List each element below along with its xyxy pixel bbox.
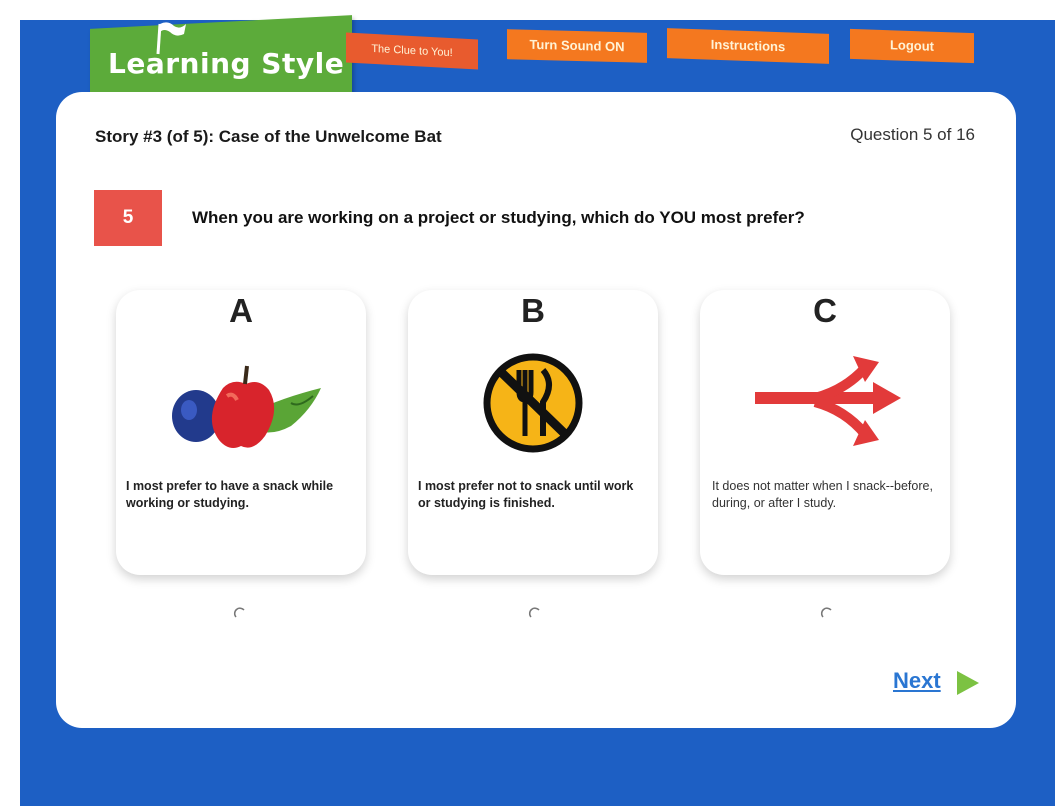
- turn-sound-on-button[interactable]: Turn Sound ON: [507, 29, 647, 63]
- option-art: [700, 348, 950, 458]
- no-eating-icon: [483, 353, 583, 453]
- option-c-text: It does not matter when I snack--before,…: [712, 479, 933, 510]
- question-number-badge: 5: [94, 190, 162, 246]
- option-art: [116, 348, 366, 458]
- option-a-radio[interactable]: [233, 607, 247, 621]
- branching-arrow-icon: [755, 356, 901, 446]
- fruit-snack-icon: [172, 365, 321, 448]
- option-letter: C: [813, 292, 837, 329]
- option-b-text: I most prefer not to snack until work or…: [418, 479, 634, 510]
- option-a-card[interactable]: A I most prefer to have a snack while wo…: [116, 290, 366, 575]
- question-counter: Question 5 of 16: [850, 125, 975, 144]
- option-a-text: I most prefer to have a snack while work…: [126, 479, 334, 510]
- next-button[interactable]: Next: [893, 668, 941, 694]
- option-b-radio[interactable]: [528, 607, 542, 621]
- option-letter: A: [229, 292, 253, 329]
- play-arrow-icon[interactable]: [953, 669, 981, 697]
- app-logo: Learning Style: [108, 47, 345, 80]
- question-text: When you are working on a project or stu…: [192, 208, 805, 227]
- option-b-card[interactable]: B I most prefer not to snack until work …: [408, 290, 658, 575]
- option-c-card[interactable]: C It does not matter when I snack--befor…: [700, 290, 950, 575]
- option-art: [408, 348, 658, 458]
- logout-button[interactable]: Logout: [850, 28, 974, 64]
- option-c-radio[interactable]: [820, 607, 834, 621]
- story-title: Story #3 (of 5): Case of the Unwelcome B…: [95, 127, 442, 146]
- instructions-button[interactable]: Instructions: [667, 28, 829, 64]
- option-letter: B: [521, 292, 545, 329]
